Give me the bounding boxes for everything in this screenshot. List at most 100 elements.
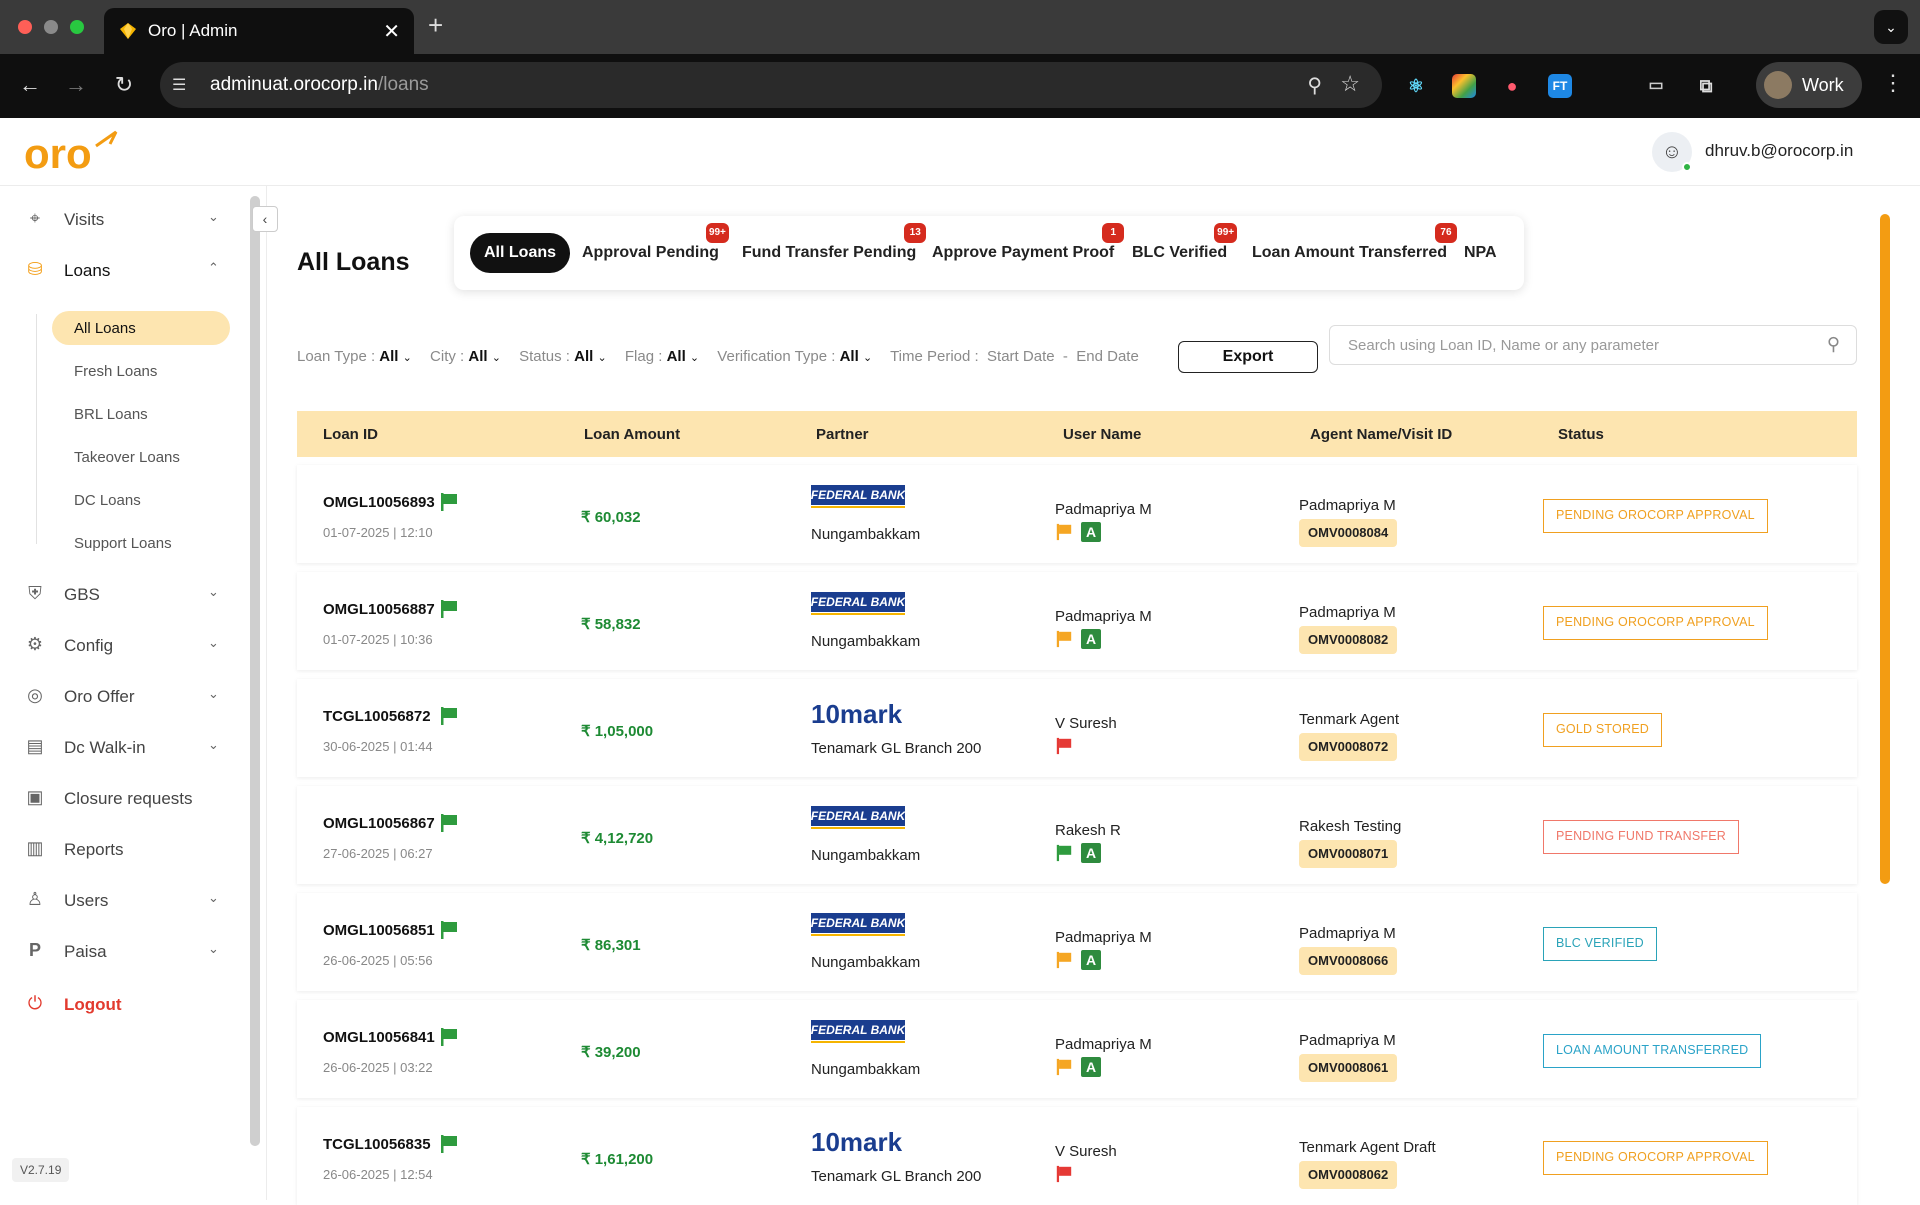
loan-type-filter[interactable]: Loan Type : All ⌄ <box>297 348 412 365</box>
sidebar-item-closure-requests[interactable]: ▣ Closure requests <box>0 778 240 818</box>
partner-logo: 10mark <box>811 1127 905 1157</box>
sidebar-item-paisa[interactable]: P Paisa ⌄ <box>0 931 240 971</box>
user-avatar[interactable]: ☺ <box>1652 132 1692 172</box>
loan-id[interactable]: TCGL10056835 <box>323 1136 431 1153</box>
loan-id[interactable]: TCGL10056872 <box>323 708 431 725</box>
end-date-input[interactable]: End Date <box>1076 348 1139 365</box>
react-devtools-icon[interactable]: ⚛ <box>1404 74 1428 98</box>
sidebar-subitem-dc-loans[interactable]: DC Loans <box>52 483 230 517</box>
sidebar-item-gbs[interactable]: ⛨ GBS ⌄ <box>0 574 240 614</box>
table-row[interactable]: TCGL10056872 30-06-2025 | 01:44 ₹ 1,05,000… <box>297 679 1857 777</box>
visit-id-badge[interactable]: OMV0008062 <box>1299 1161 1398 1189</box>
site-settings-icon[interactable]: ☰ <box>172 75 192 95</box>
visit-id-badge[interactable]: OMV0008061 <box>1299 1054 1398 1082</box>
flag-icon[interactable] <box>439 492 459 512</box>
flag-filter[interactable]: Flag : All ⌄ <box>625 348 699 365</box>
visit-id-badge[interactable]: OMV0008072 <box>1299 733 1398 761</box>
search-icon[interactable]: ⚲ <box>1827 334 1840 355</box>
cast-icon[interactable]: ▭ <box>1644 74 1668 98</box>
verification-type-filter[interactable]: Verification Type : All ⌄ <box>717 348 872 365</box>
time-period-filter[interactable]: Time Period : Start Date - End Date <box>890 348 1139 365</box>
loan-id[interactable]: OMGL10056893 <box>323 494 435 511</box>
column-header-loan-id[interactable]: Loan ID <box>323 426 378 443</box>
tab-loan-amount-transferred[interactable]: Loan Amount Transferred 76 <box>1252 223 1457 273</box>
status-filter[interactable]: Status : All ⌄ <box>519 348 607 365</box>
table-row[interactable]: OMGL10056851 26-06-2025 | 05:56 ₹ 86,301 FE… <box>297 893 1857 991</box>
sidebar-item-users[interactable]: ♙ Users ⌄ <box>0 880 240 920</box>
visit-id-badge[interactable]: OMV0008066 <box>1299 947 1398 975</box>
sidebar-item-reports[interactable]: ▥ Reports <box>0 829 240 869</box>
column-header-user-name[interactable]: User Name <box>1063 426 1141 443</box>
oro-logo[interactable]: oro <box>24 128 124 176</box>
new-tab-button[interactable]: + <box>428 10 443 41</box>
sidebar-item-logout[interactable]: ⏻ Logout <box>0 984 240 1024</box>
sidebar-subitem-fresh-loans[interactable]: Fresh Loans <box>52 354 230 388</box>
address-bar[interactable]: ☰ adminuat.orocorp.in/loans ⚲ ☆ <box>160 62 1382 108</box>
loan-id[interactable]: OMGL10056851 <box>323 922 435 939</box>
collapse-sidebar-button[interactable]: ‹ <box>252 206 278 232</box>
browser-tab[interactable]: Oro | Admin ✕ <box>104 8 414 54</box>
sidebar-item-loans[interactable]: ⛁ Loans ⌃ <box>0 250 240 290</box>
sidebar-item-dc-walk-in[interactable]: ▤ Dc Walk-in ⌄ <box>0 727 240 767</box>
tab-search-button[interactable]: ⌄ <box>1874 10 1908 44</box>
visit-id-badge[interactable]: OMV0008084 <box>1299 519 1398 547</box>
flag-icon[interactable] <box>439 920 459 940</box>
tab-approve-payment-proof[interactable]: Approve Payment Proof 1 <box>932 223 1125 273</box>
loan-id[interactable]: OMGL10056867 <box>323 815 435 832</box>
back-button[interactable]: ← <box>16 72 44 98</box>
ft-extension-icon[interactable]: FT <box>1548 74 1572 98</box>
sidebar-subitem-brl-loans[interactable]: BRL Loans <box>52 397 230 431</box>
loan-id[interactable]: OMGL10056841 <box>323 1029 435 1046</box>
table-row[interactable]: TCGL10056835 26-06-2025 | 12:54 ₹ 1,61,200… <box>297 1107 1857 1205</box>
flag-icon[interactable] <box>439 813 459 833</box>
bookmark-star-icon[interactable]: ☆ <box>1340 71 1360 97</box>
tab-fund-transfer-pending[interactable]: Fund Transfer Pending 13 <box>742 223 927 273</box>
color-extension-icon[interactable] <box>1452 74 1476 98</box>
tab-all-loans[interactable]: All Loans <box>470 233 571 273</box>
close-window-button[interactable] <box>18 20 32 34</box>
rocket-extension-icon[interactable]: ● <box>1500 74 1524 98</box>
sidebar-item-config[interactable]: ⚙ Config ⌄ <box>0 625 240 665</box>
column-header-partner[interactable]: Partner <box>816 426 869 443</box>
tab-approval-pending[interactable]: Approval Pending 99+ <box>582 223 729 273</box>
flag-icon[interactable] <box>439 1027 459 1047</box>
minimize-window-button[interactable] <box>44 20 58 34</box>
sidebar-subitem-takeover-loans[interactable]: Takeover Loans <box>52 440 230 474</box>
table-row[interactable]: OMGL10056893 01-07-2025 | 12:10 ₹ 60,032 FE… <box>297 465 1857 563</box>
tab-label: NPA <box>1464 244 1497 261</box>
tab-blc-verified[interactable]: BLC Verified 99+ <box>1132 223 1238 273</box>
browser-menu-icon[interactable]: ⋮ <box>1882 70 1904 96</box>
sidebar-subitem-support-loans[interactable]: Support Loans <box>52 526 230 560</box>
column-header-agent[interactable]: Agent Name/Visit ID <box>1310 426 1452 443</box>
sidebar-item-oro-offer[interactable]: ◎ Oro Offer ⌄ <box>0 676 240 716</box>
table-row[interactable]: OMGL10056867 27-06-2025 | 06:27 ₹ 4,12,720… <box>297 786 1857 884</box>
column-header-loan-amount[interactable]: Loan Amount <box>584 426 680 443</box>
filter-label: Verification Type : <box>717 348 836 365</box>
flag-icon[interactable] <box>439 599 459 619</box>
table-row[interactable]: OMGL10056887 01-07-2025 | 10:36 ₹ 58,832 FE… <box>297 572 1857 670</box>
sidebar-scrollbar[interactable] <box>250 196 260 1146</box>
sidebar-subitem-all-loans[interactable]: All Loans <box>52 311 230 345</box>
start-date-input[interactable]: Start Date <box>987 348 1055 365</box>
visit-id-badge[interactable]: OMV0008071 <box>1299 840 1398 868</box>
export-button[interactable]: Export <box>1178 341 1318 373</box>
main-scrollbar[interactable] <box>1880 214 1890 884</box>
user-email[interactable]: dhruv.b@orocorp.in <box>1705 141 1853 161</box>
search-input[interactable]: Search using Loan ID, Name or any parame… <box>1329 325 1857 365</box>
visit-id-badge[interactable]: OMV0008082 <box>1299 626 1398 654</box>
sidebar-item-visits[interactable]: ⌖ Visits ⌄ <box>0 199 240 239</box>
zoom-icon[interactable]: ⚲ <box>1307 73 1322 98</box>
tab-npa[interactable]: NPA <box>1464 233 1497 273</box>
city-filter[interactable]: City : All ⌄ <box>430 348 501 365</box>
close-tab-icon[interactable]: ✕ <box>383 19 400 44</box>
column-header-status[interactable]: Status <box>1558 426 1604 443</box>
maximize-window-button[interactable] <box>70 20 84 34</box>
forward-button[interactable]: → <box>62 72 90 98</box>
extensions-puzzle-icon[interactable]: ⧉ <box>1694 74 1718 98</box>
loan-id[interactable]: OMGL10056887 <box>323 601 435 618</box>
reload-button[interactable]: ↻ <box>110 72 138 98</box>
profile-button[interactable]: Work <box>1756 62 1862 108</box>
flag-icon[interactable] <box>439 706 459 726</box>
table-row[interactable]: OMGL10056841 26-06-2025 | 03:22 ₹ 39,200 FE… <box>297 1000 1857 1098</box>
flag-icon[interactable] <box>439 1134 459 1154</box>
